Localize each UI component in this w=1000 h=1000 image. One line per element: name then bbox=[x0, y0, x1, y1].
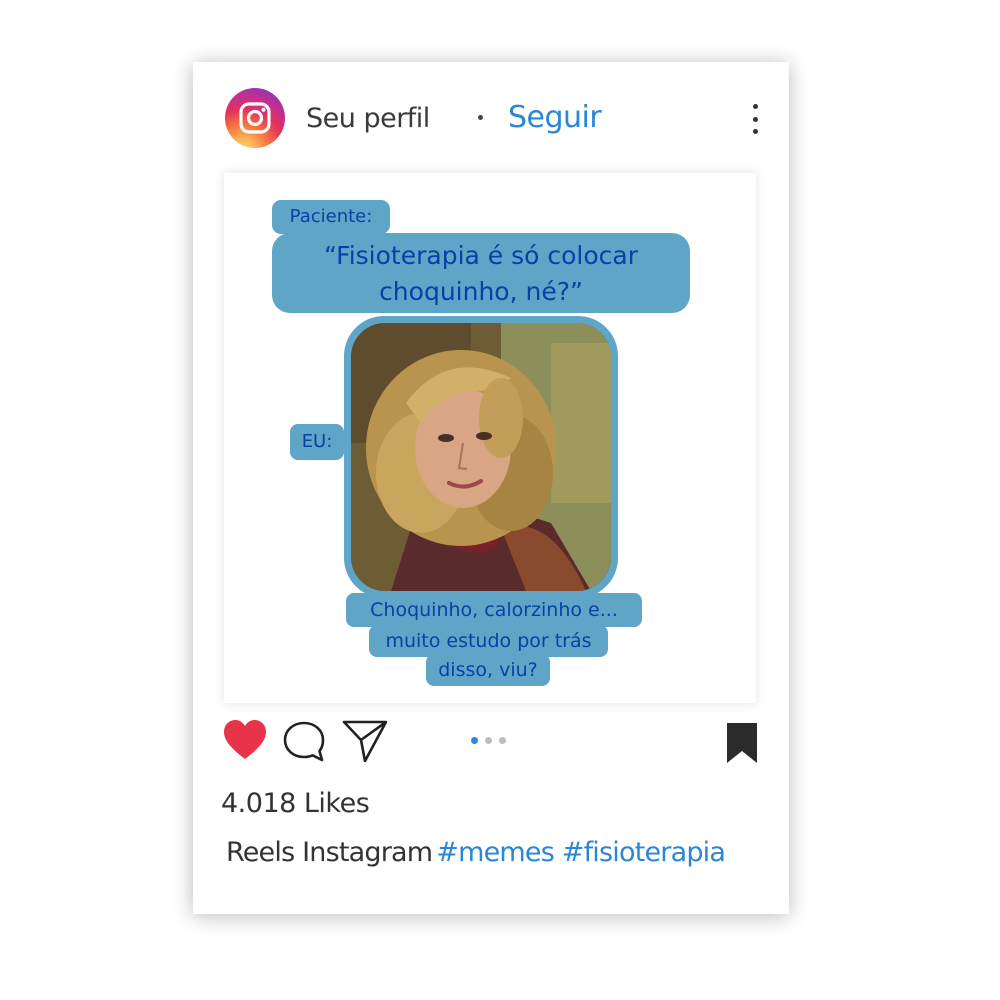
instagram-icon[interactable] bbox=[225, 88, 285, 148]
meme-photo bbox=[351, 323, 611, 591]
carousel-dot-active bbox=[471, 737, 478, 744]
quote-line-2: choquinho, né?” bbox=[379, 277, 583, 306]
me-label: EU: bbox=[290, 424, 344, 460]
meme-photo-frame bbox=[344, 316, 618, 598]
response-line-1: Choquinho, calorzinho e... bbox=[346, 593, 642, 627]
bookmark-icon[interactable] bbox=[725, 722, 759, 764]
separator-dot bbox=[478, 115, 483, 120]
carousel-dot bbox=[485, 737, 492, 744]
caption-text: Reels Instagram bbox=[226, 837, 433, 868]
follow-button[interactable]: Seguir bbox=[508, 100, 602, 135]
more-vertical-icon[interactable] bbox=[745, 102, 765, 136]
post-image: Paciente: “Fisioterapia é só colocar cho… bbox=[224, 173, 756, 703]
post-caption: Reels Instagram #memes #fisioterapia bbox=[226, 837, 726, 868]
response-line-3: disso, viu? bbox=[426, 654, 550, 686]
heart-icon[interactable] bbox=[222, 719, 268, 761]
send-icon[interactable] bbox=[341, 718, 389, 764]
carousel-indicator bbox=[471, 737, 506, 744]
comment-icon[interactable] bbox=[281, 720, 327, 764]
patient-quote: “Fisioterapia é só colocar choquinho, né… bbox=[272, 233, 690, 313]
carousel-dot bbox=[499, 737, 506, 744]
hashtags-link[interactable]: #memes #fisioterapia bbox=[436, 837, 726, 868]
profile-name[interactable]: Seu perfil bbox=[306, 103, 430, 134]
patient-label: Paciente: bbox=[272, 200, 390, 234]
instagram-post-card: Seu perfil Seguir Paciente: “Fisioterapi… bbox=[193, 62, 789, 914]
response-line-2: muito estudo por trás bbox=[369, 625, 608, 657]
likes-count[interactable]: 4.018 Likes bbox=[221, 788, 370, 819]
quote-line-1: “Fisioterapia é só colocar bbox=[323, 241, 639, 270]
